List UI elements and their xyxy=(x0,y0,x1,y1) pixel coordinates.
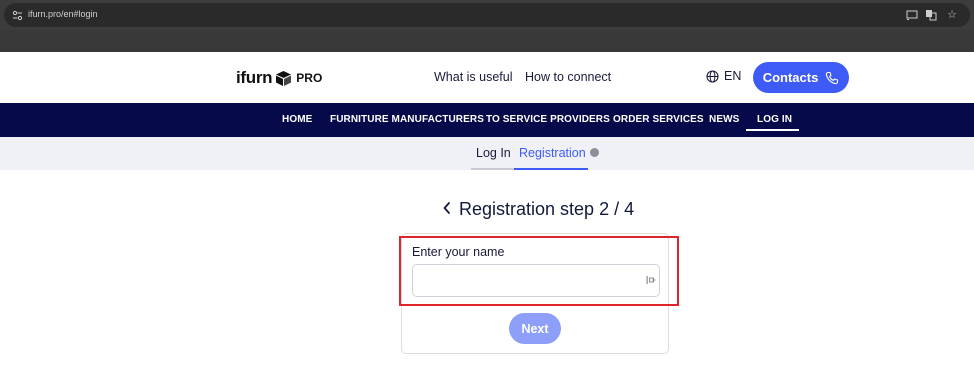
logo-text: ifurn xyxy=(236,68,273,87)
site-logo[interactable]: ifurn PRO xyxy=(236,67,322,89)
name-field-label: Enter your name xyxy=(412,245,505,259)
site-header: ifurn PRO What is useful How to connect … xyxy=(0,52,974,103)
tab-registration[interactable]: Registration xyxy=(519,146,586,160)
language-selector[interactable]: EN xyxy=(706,69,741,83)
logo-box-icon xyxy=(276,70,292,86)
logo-suffix: PRO xyxy=(296,71,323,85)
site-info-icon[interactable] xyxy=(12,10,23,21)
translate-icon[interactable] xyxy=(925,9,937,21)
contacts-label: Contacts xyxy=(762,70,819,85)
browser-strip xyxy=(0,30,974,52)
main-nav: HOME FURNITURE MANUFACTURERS TO SERVICE … xyxy=(0,103,974,137)
nav-item-home[interactable]: HOME xyxy=(282,114,312,125)
address-bar[interactable]: ifurn.pro/en#login ☆ xyxy=(4,3,970,27)
name-input[interactable] xyxy=(412,264,660,297)
tab-log-in-underline xyxy=(471,168,514,170)
tab-log-in[interactable]: Log In xyxy=(476,146,511,160)
nav-item-log-in[interactable]: LOG IN xyxy=(757,114,792,125)
header-link-how-to-connect[interactable]: How to connect xyxy=(525,70,611,84)
nav-active-indicator xyxy=(746,129,799,131)
step-title: Registration step 2 / 4 xyxy=(459,199,635,219)
contacts-button[interactable]: Contacts xyxy=(753,62,849,93)
nav-item-order-services[interactable]: ORDER SERVICES xyxy=(613,114,704,125)
browser-toolbar: ifurn.pro/en#login ☆ xyxy=(0,0,974,30)
url-text[interactable]: ifurn.pro/en#login xyxy=(28,9,98,19)
language-label: EN xyxy=(724,69,742,83)
phone-icon xyxy=(826,71,839,84)
header-link-what-is-useful[interactable]: What is useful xyxy=(434,70,513,84)
info-icon[interactable] xyxy=(590,148,599,157)
tab-registration-underline xyxy=(514,168,588,170)
input-autofill-icon[interactable] xyxy=(646,275,656,285)
nav-item-news[interactable]: NEWS xyxy=(709,114,739,125)
auth-tabs: Log In Registration xyxy=(0,137,974,170)
nav-item-furniture-manufacturers[interactable]: FURNITURE MANUFACTURERS xyxy=(330,114,484,125)
nav-item-service-providers[interactable]: TO SERVICE PROVIDERS xyxy=(486,114,610,125)
next-button[interactable]: Next xyxy=(509,313,561,344)
globe-icon xyxy=(706,69,719,83)
chevron-left-icon[interactable] xyxy=(442,201,452,215)
bookmark-star-icon[interactable]: ☆ xyxy=(946,9,958,21)
cast-icon[interactable] xyxy=(906,9,918,21)
